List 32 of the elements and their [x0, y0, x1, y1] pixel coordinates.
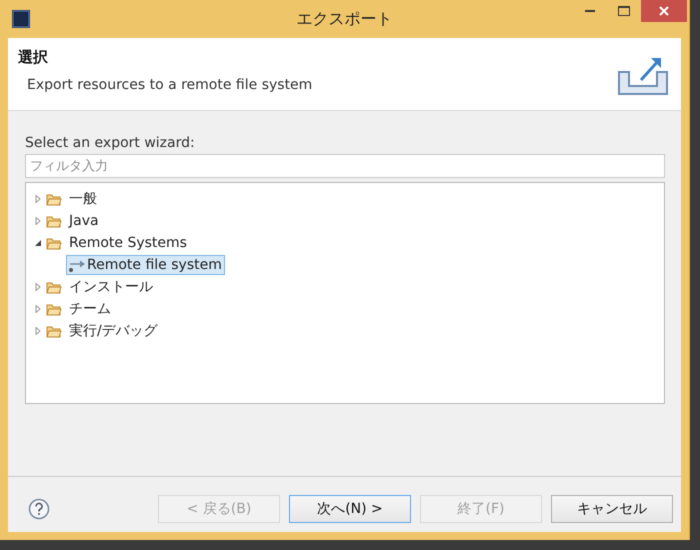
window-title: エクスポート: [296, 9, 392, 30]
app-icon: [12, 10, 30, 28]
folder-icon: [46, 214, 62, 228]
folder-icon: [46, 280, 62, 294]
transfer-icon: [69, 258, 85, 272]
folder-icon: [46, 236, 62, 250]
expand-icon[interactable]: [34, 283, 42, 291]
wizard-label: Select an export wizard:: [25, 135, 196, 151]
folder-icon: [46, 302, 62, 316]
tree-item[interactable]: Remote file system: [66, 255, 225, 275]
collapse-icon[interactable]: [34, 239, 42, 247]
tree-item[interactable]: 実行/デバッグ: [66, 320, 161, 342]
filter-field[interactable]: フィルタ入力: [25, 154, 665, 178]
expand-icon[interactable]: [34, 195, 42, 203]
page-description: Export resources to a remote file system: [26, 77, 314, 93]
folder-icon: [46, 192, 62, 206]
help-icon[interactable]: [28, 498, 50, 520]
tree-item[interactable]: Remote Systems: [66, 233, 190, 253]
page-title: 選択: [18, 48, 49, 67]
tree-item[interactable]: Java: [66, 211, 102, 231]
folder-icon: [46, 324, 62, 338]
close-icon[interactable]: [659, 6, 669, 16]
maximize-icon[interactable]: [618, 6, 630, 16]
expand-icon[interactable]: [34, 327, 42, 335]
wizard-button[interactable]: 次へ(N) >: [289, 495, 411, 523]
close-button[interactable]: [641, 0, 687, 22]
expand-icon[interactable]: [34, 217, 42, 225]
tree-item[interactable]: インストール: [66, 276, 156, 298]
tree-item[interactable]: 一般: [66, 188, 100, 210]
expand-icon[interactable]: [34, 305, 42, 313]
tree-item[interactable]: チーム: [66, 298, 114, 320]
wizard-button[interactable]: キャンセル: [551, 495, 673, 523]
